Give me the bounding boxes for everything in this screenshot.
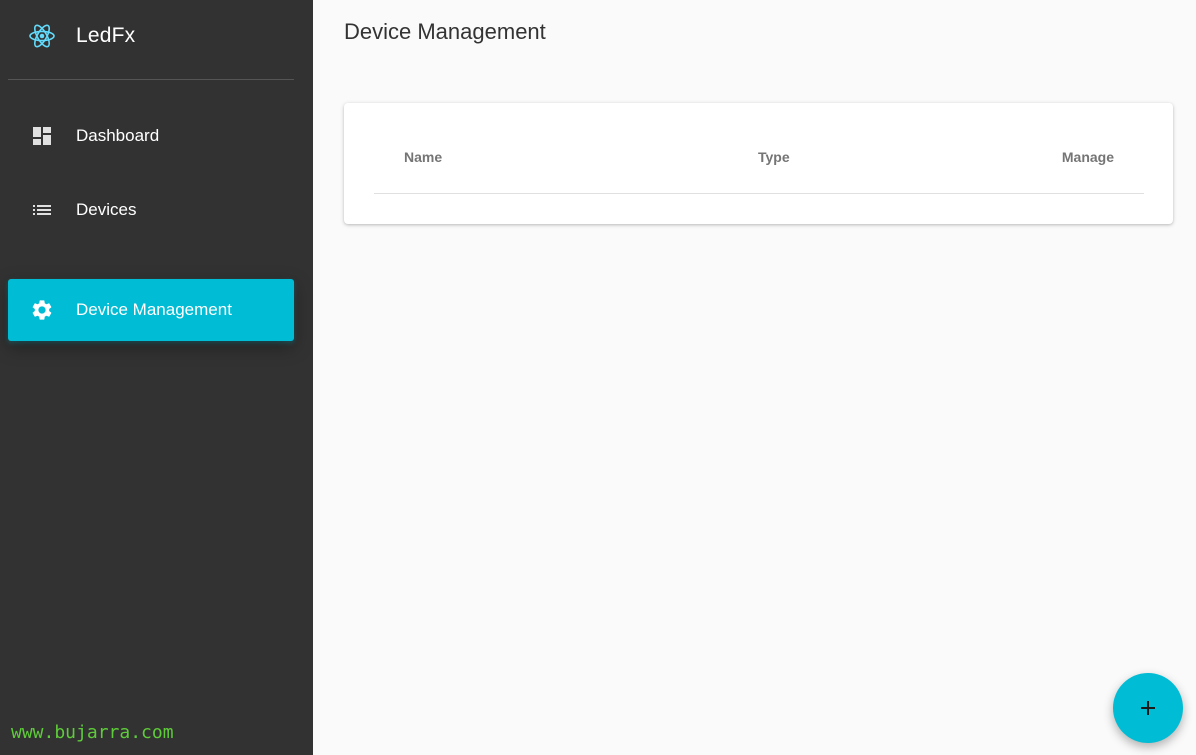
column-header-type[interactable]: Type [758, 149, 790, 165]
sidebar-item-dashboard[interactable]: Dashboard [8, 105, 294, 167]
page-title: Device Management [344, 19, 546, 44]
react-atom-icon [28, 22, 56, 50]
app-window: LedFx Dashboard Devices Device Managemen… [0, 0, 1196, 755]
sidebar-item-label: Dashboard [76, 126, 160, 145]
brand-header: LedFx [8, 0, 294, 80]
table-header-row: Name Type Manage [374, 103, 1144, 194]
sidebar: LedFx Dashboard Devices Device Managemen… [0, 0, 313, 755]
sidebar-item-devices[interactable]: Devices [8, 179, 294, 241]
app-name: LedFx [76, 24, 136, 47]
column-header-manage[interactable]: Manage [1062, 149, 1114, 165]
watermark: www.bujarra.com [11, 722, 174, 743]
column-header-name[interactable]: Name [404, 149, 442, 165]
dashboard-icon [30, 124, 54, 148]
sidebar-item-device-management[interactable]: Device Management [8, 279, 294, 341]
gear-icon [30, 298, 54, 322]
devices-table-card: Name Type Manage [344, 103, 1173, 224]
sidebar-item-label: Device Management [76, 300, 232, 319]
add-device-button[interactable] [1113, 673, 1183, 743]
list-icon [30, 198, 54, 222]
sidebar-item-label: Devices [76, 200, 137, 219]
main-content: Device Management Name Type Manage [313, 0, 1196, 755]
